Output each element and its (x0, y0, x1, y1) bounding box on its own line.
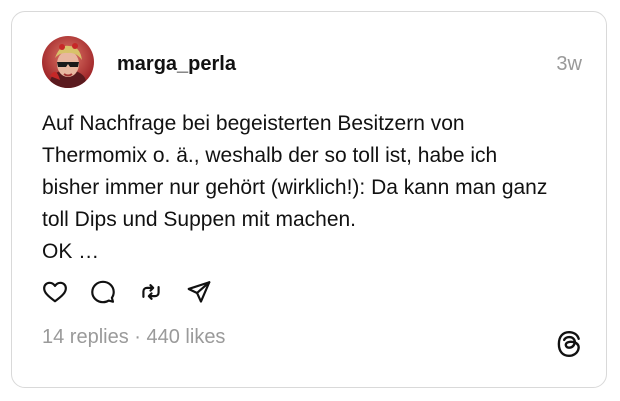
post-text-line: OK … (42, 240, 100, 263)
share-icon (187, 281, 211, 303)
post-text-line: Thermomix o. ä., weshalb der so toll ist… (42, 144, 498, 167)
post-timestamp: 3w (556, 53, 582, 75)
share-button[interactable] (186, 279, 212, 305)
replies-count[interactable]: 14 replies (42, 326, 129, 348)
post-text-line: toll Dips und Suppen mit machen. (42, 208, 357, 231)
post-text-line: bisher immer nur gehört (wirklich!): Da … (42, 176, 548, 199)
repost-icon (142, 284, 160, 300)
repost-button[interactable] (138, 279, 164, 305)
heart-icon (43, 281, 67, 303)
username[interactable]: marga_perla (117, 52, 236, 76)
post-body: Auf Nachfrage bei begeisterten Besitzern… (42, 108, 597, 268)
post-card: marga_perla 3w Auf Nachfrage bei begeist… (11, 11, 607, 388)
reply-button[interactable] (90, 279, 116, 305)
avatar[interactable] (42, 36, 94, 88)
stats-separator: · (128, 326, 147, 348)
post-text-line: Auf Nachfrage bei begeisterten Besitzern… (42, 112, 465, 135)
comment-icon (91, 280, 115, 304)
threads-logo-icon[interactable] (556, 330, 582, 358)
likes-count[interactable]: 440 likes (147, 326, 226, 348)
like-button[interactable] (42, 279, 68, 305)
action-bar (42, 279, 234, 305)
post-stats: 14 replies · 440 likes (42, 325, 225, 349)
avatar-image (42, 36, 94, 88)
